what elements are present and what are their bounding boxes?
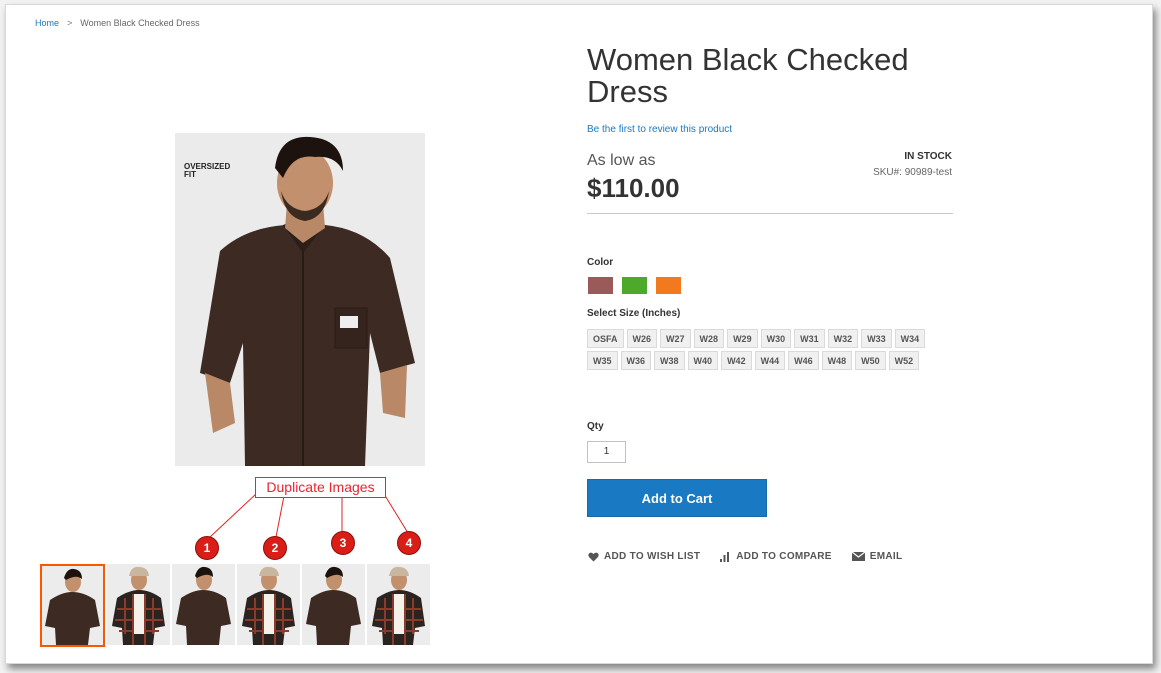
thumbnail-3[interactable] [172, 564, 235, 645]
price-prefix: As low as [587, 152, 656, 169]
compare-label: ADD TO COMPARE [736, 551, 832, 562]
compare-icon [720, 551, 730, 562]
wishlist-label: ADD TO WISH LIST [604, 551, 701, 562]
thumbnail-strip [40, 564, 430, 647]
qty-input[interactable]: 1 [587, 441, 626, 463]
product-sku: SKU#: 90989-test [873, 167, 952, 178]
size-option-w34[interactable]: W34 [894, 329, 926, 348]
breadcrumb-home-link[interactable]: Home [35, 18, 59, 28]
heart-icon [588, 552, 599, 561]
review-link[interactable]: Be the first to review this product [587, 124, 732, 135]
thumbnail-4[interactable] [237, 564, 300, 645]
size-option-w46[interactable]: W46 [788, 351, 819, 370]
product-title: Women Black Checked Dress [587, 42, 909, 109]
size-label: Select Size (Inches) [587, 308, 681, 319]
size-option-w38[interactable]: W38 [654, 351, 685, 370]
color-label: Color [587, 257, 614, 268]
qty-label: Qty [587, 421, 604, 432]
annotation-badge-3: 3 [331, 531, 355, 555]
model-illustration [200, 136, 415, 466]
email-label: EMAIL [869, 551, 903, 562]
price-divider [587, 213, 953, 214]
thumbnail-2[interactable] [107, 564, 170, 645]
size-option-w42[interactable]: W42 [721, 351, 752, 370]
size-option-w44[interactable]: W44 [754, 351, 786, 370]
size-option-w27[interactable]: W27 [660, 329, 691, 348]
color-swatch-orange[interactable] [656, 277, 681, 294]
main-product-image[interactable]: OVERSIZED FIT [175, 133, 425, 466]
product-actions: ADD TO WISH LIST ADD TO COMPARE EMAIL [588, 551, 902, 562]
duplicate-images-annotation: Duplicate Images [255, 477, 386, 498]
breadcrumb-current: Women Black Checked Dress [80, 18, 200, 28]
size-option-w40[interactable]: W40 [687, 351, 719, 370]
size-option-w52[interactable]: W52 [888, 351, 920, 370]
add-to-compare-link[interactable]: ADD TO COMPARE [720, 551, 832, 562]
size-option-w29[interactable]: W29 [727, 329, 758, 348]
size-option-w35[interactable]: W35 [587, 351, 618, 370]
email-link[interactable]: EMAIL [851, 551, 903, 562]
add-to-cart-button[interactable]: Add to Cart [587, 479, 767, 517]
color-swatch-brown[interactable] [588, 277, 613, 294]
breadcrumb-separator: > [67, 18, 73, 28]
size-option-osfa[interactable]: OSFA [587, 329, 624, 348]
size-option-w33[interactable]: W33 [861, 329, 892, 348]
size-option-w48[interactable]: W48 [821, 351, 853, 370]
breadcrumb: Home > Women Black Checked Dress [35, 18, 200, 28]
size-option-w26[interactable]: W26 [626, 329, 658, 348]
product-price: $110.00 [587, 173, 680, 203]
thumbnail-6[interactable] [367, 564, 430, 645]
annotation-badge-2: 2 [263, 536, 287, 560]
size-option-w28[interactable]: W28 [693, 329, 725, 348]
size-option-w50[interactable]: W50 [855, 351, 886, 370]
size-option-w30[interactable]: W30 [760, 329, 792, 348]
annotation-badge-1: 1 [195, 536, 219, 560]
add-to-wishlist-link[interactable]: ADD TO WISH LIST [588, 551, 700, 562]
size-option-w31[interactable]: W31 [794, 329, 825, 348]
stock-status: IN STOCK [904, 151, 952, 162]
thumbnail-5[interactable] [302, 564, 365, 645]
annotation-badge-4: 4 [397, 531, 421, 555]
thumbnail-1[interactable] [40, 564, 105, 647]
envelope-icon [851, 552, 865, 561]
size-option-w36[interactable]: W36 [620, 351, 652, 370]
size-options: OSFA W26 W27 W28 W29 W30 W31 W32 W33 W34… [587, 329, 927, 370]
color-swatch-green[interactable] [622, 277, 647, 294]
size-option-w32[interactable]: W32 [827, 329, 859, 348]
